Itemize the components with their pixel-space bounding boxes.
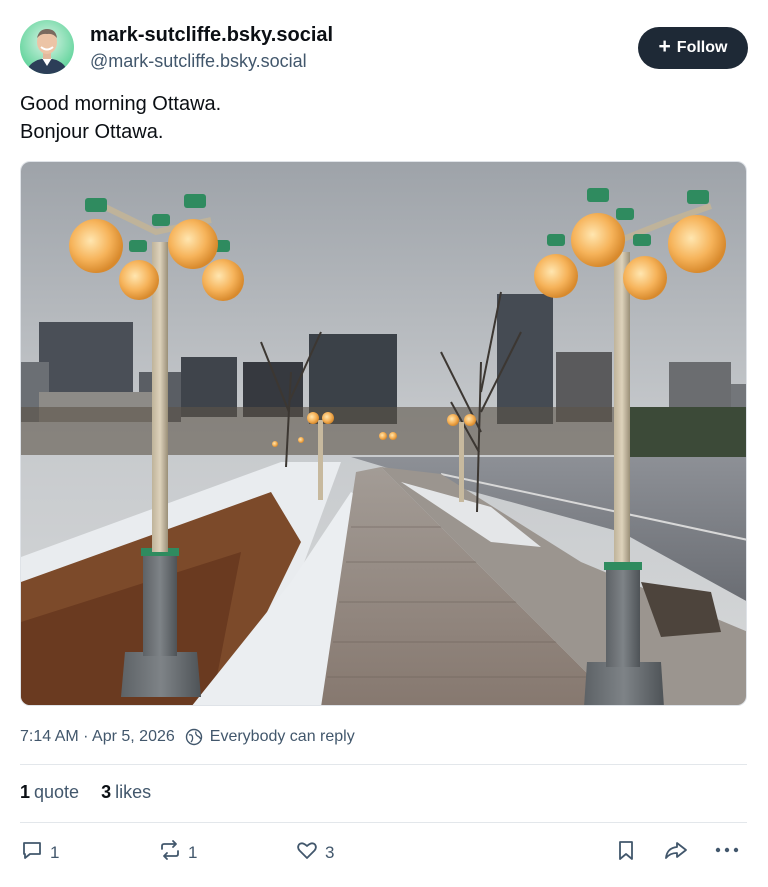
share-arrow-icon [662, 838, 690, 867]
divider [20, 822, 747, 823]
share-button[interactable] [662, 838, 690, 867]
reply-count: 1 [50, 842, 60, 862]
bookmark-icon [614, 838, 638, 867]
more-options-button[interactable] [714, 838, 740, 867]
likes-stat[interactable]: 3 likes [101, 782, 151, 803]
post-meta: 7:14 AM · Apr 5, 2026 Everybody can repl… [20, 728, 355, 746]
bookmark-button[interactable] [614, 838, 638, 867]
heart-icon [295, 838, 319, 867]
post-header: mark-sutcliffe.bsky.social @mark-sutclif… [20, 20, 748, 76]
post-image[interactable] [20, 161, 747, 706]
reply-setting[interactable]: Everybody can reply [210, 728, 355, 746]
quotes-label: quote [34, 782, 80, 802]
repost-icon [158, 838, 182, 867]
post-text: Good morning Ottawa. Bonjour Ottawa. [20, 90, 221, 146]
street-lamps-photo [21, 162, 746, 705]
post-text-line: Bonjour Ottawa. [20, 121, 164, 143]
action-bar: 1 1 3 [20, 838, 748, 870]
post-timestamp[interactable]: 7:14 AM · Apr 5, 2026 [20, 728, 175, 746]
avatar[interactable] [20, 20, 74, 74]
repost-count: 1 [188, 842, 198, 862]
ellipsis-icon [714, 838, 740, 867]
like-button[interactable]: 3 [295, 838, 334, 867]
quotes-stat[interactable]: 1 quote [20, 782, 79, 803]
display-name[interactable]: mark-sutcliffe.bsky.social [90, 24, 333, 47]
follow-button[interactable]: + Follow [638, 27, 748, 69]
reply-button[interactable]: 1 [20, 838, 59, 867]
divider [20, 764, 747, 765]
like-count: 3 [325, 842, 335, 862]
likes-count: 3 [101, 782, 112, 802]
repost-button[interactable]: 1 [158, 838, 197, 867]
post-stats: 1 quote 3 likes [20, 782, 173, 803]
globe-icon [185, 728, 203, 746]
reply-icon [20, 838, 44, 867]
follow-button-label: Follow [676, 39, 728, 56]
author-handle[interactable]: @mark-sutcliffe.bsky.social [90, 51, 307, 72]
post-text-line: Good morning Ottawa. [20, 93, 222, 115]
plus-icon: + [658, 35, 671, 58]
quotes-count: 1 [20, 782, 31, 802]
likes-label: likes [115, 782, 152, 802]
